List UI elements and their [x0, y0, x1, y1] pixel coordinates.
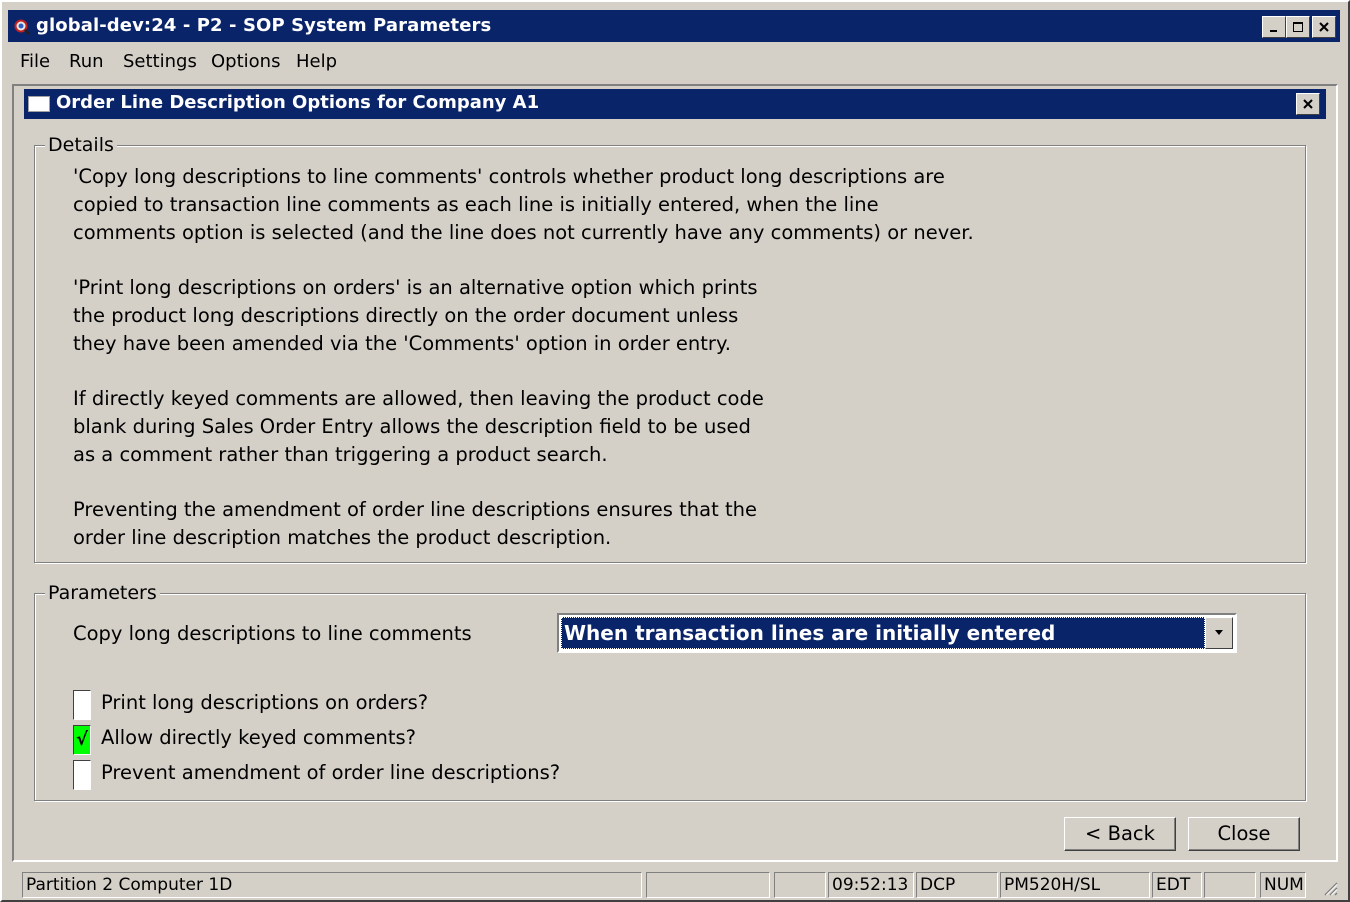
- checkbox-box[interactable]: [73, 690, 91, 720]
- details-paragraph: 'Copy long descriptions to line comments…: [73, 165, 974, 244]
- close-dialog-button[interactable]: Close: [1188, 817, 1300, 851]
- status-mode: DCP: [916, 872, 998, 898]
- copy-descriptions-value[interactable]: When transaction lines are initially ent…: [561, 617, 1205, 649]
- window-icon: [28, 96, 50, 112]
- close-button[interactable]: [1312, 16, 1336, 38]
- checkbox-box[interactable]: [73, 760, 91, 790]
- status-partition: Partition 2 Computer 1D: [22, 872, 642, 898]
- details-legend: Details: [45, 134, 117, 156]
- status-empty-3: [1204, 872, 1256, 898]
- checkbox-label: Print long descriptions on orders?: [101, 691, 429, 714]
- dialog-title-bar[interactable]: Order Line Description Options for Compa…: [24, 89, 1326, 119]
- status-empty-2: [774, 872, 826, 898]
- app-icon: [14, 19, 30, 35]
- minimize-button[interactable]: [1262, 16, 1286, 38]
- maximize-icon: [1293, 22, 1303, 32]
- status-num: NUM: [1260, 872, 1306, 898]
- chevron-down-icon: [1215, 630, 1223, 635]
- menu-help[interactable]: Help: [296, 51, 337, 72]
- child-window: Order Line Description Options for Compa…: [12, 84, 1338, 862]
- status-program: PM520H/SL: [1000, 872, 1150, 898]
- close-icon: [1303, 99, 1313, 109]
- dialog-close-button[interactable]: [1296, 93, 1320, 115]
- close-icon: [1319, 22, 1329, 32]
- checkbox-label: Allow directly keyed comments?: [101, 726, 417, 749]
- menu-options[interactable]: Options: [211, 51, 280, 72]
- parameters-group: Parameters Copy long descriptions to lin…: [34, 582, 1306, 801]
- minimize-icon: [1270, 30, 1277, 32]
- copy-descriptions-label: Copy long descriptions to line comments: [73, 622, 472, 645]
- details-paragraph: Preventing the amendment of order line d…: [73, 498, 757, 549]
- status-edit: EDT: [1152, 872, 1202, 898]
- copy-descriptions-select[interactable]: When transaction lines are initially ent…: [557, 613, 1237, 653]
- application-window: global-dev:24 - P2 - SOP System Paramete…: [0, 0, 1350, 902]
- parameters-legend: Parameters: [45, 582, 160, 604]
- menu-file[interactable]: File: [20, 51, 50, 72]
- details-paragraph: 'Print long descriptions on orders' is a…: [73, 276, 758, 355]
- details-paragraph: If directly keyed comments are allowed, …: [73, 387, 764, 466]
- menu-settings[interactable]: Settings: [123, 51, 197, 72]
- resize-grip-icon[interactable]: [1320, 878, 1338, 896]
- menu-bar: File Run Settings Options Help: [10, 48, 1340, 76]
- status-empty-1: [646, 872, 770, 898]
- checkbox-box[interactable]: √: [73, 725, 91, 755]
- title-bar[interactable]: global-dev:24 - P2 - SOP System Paramete…: [8, 10, 1340, 42]
- back-button[interactable]: < Back: [1064, 817, 1176, 851]
- maximize-button[interactable]: [1286, 16, 1310, 38]
- status-time: 09:52:13: [828, 872, 914, 898]
- dropdown-button[interactable]: [1205, 617, 1233, 649]
- status-bar: Partition 2 Computer 1D 09:52:13 DCP PM5…: [10, 870, 1344, 900]
- menu-run[interactable]: Run: [69, 51, 104, 72]
- checkbox-label: Prevent amendment of order line descript…: [101, 761, 561, 784]
- window-title: global-dev:24 - P2 - SOP System Paramete…: [36, 15, 492, 36]
- details-group: Details 'Copy long descriptions to line …: [34, 134, 1306, 563]
- dialog-title: Order Line Description Options for Compa…: [56, 92, 540, 113]
